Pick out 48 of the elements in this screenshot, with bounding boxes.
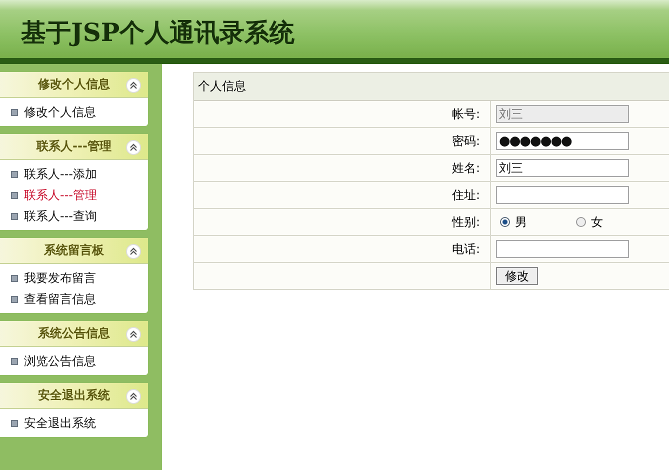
section-header[interactable]: 系统公告信息	[0, 321, 148, 347]
sidebar-link[interactable]: 我要发布留言	[24, 270, 96, 287]
panel-title: 个人信息	[194, 73, 669, 101]
site-title: 基于JSP个人通讯录系统	[21, 16, 295, 48]
field-label: 电话:	[452, 240, 480, 258]
sidebar-link[interactable]: 查看留言信息	[24, 291, 96, 308]
field-label: 姓名:	[452, 160, 480, 176]
section-title: 修改个人信息	[38, 76, 110, 93]
sidebar-link[interactable]: 修改个人信息	[24, 104, 96, 121]
bullet-icon	[11, 275, 18, 282]
section-header[interactable]: 修改个人信息	[0, 72, 148, 98]
input-field[interactable]: ●●●●●●●	[496, 132, 629, 150]
section-title: 系统留言板	[44, 242, 104, 259]
input-field[interactable]	[496, 240, 629, 258]
section-title: 安全退出系统	[38, 387, 110, 404]
input-field[interactable]	[496, 186, 629, 204]
bullet-icon	[11, 358, 18, 365]
collapse-icon[interactable]	[126, 244, 141, 259]
section-title: 联系人---管理	[36, 138, 112, 155]
collapse-icon[interactable]	[126, 78, 141, 93]
collapse-icon[interactable]	[126, 140, 141, 155]
bullet-icon	[11, 171, 18, 178]
sidebar-link[interactable]: 安全退出系统	[24, 415, 96, 432]
bullet-icon	[11, 420, 18, 427]
section-header[interactable]: 系统留言板	[0, 238, 148, 264]
bullet-icon	[11, 192, 18, 199]
sidebar-link[interactable]: 联系人---管理	[24, 187, 97, 204]
radio-button[interactable]	[500, 217, 510, 227]
field-label: 密码:	[452, 132, 480, 150]
field-label: 性别:	[452, 214, 480, 230]
collapse-icon[interactable]	[126, 327, 141, 342]
bullet-icon	[11, 296, 18, 303]
bullet-icon	[11, 109, 18, 116]
section-header[interactable]: 联系人---管理	[0, 134, 148, 160]
section-header[interactable]: 安全退出系统	[0, 383, 148, 409]
sidebar-link[interactable]: 浏览公告信息	[24, 353, 96, 370]
field-label: 住址:	[452, 186, 480, 204]
radio-label: 女	[591, 214, 603, 230]
section-title: 系统公告信息	[38, 325, 110, 342]
field-label: 帐号:	[452, 106, 480, 122]
submit-button[interactable]: 修改	[496, 267, 538, 285]
collapse-icon[interactable]	[126, 389, 141, 404]
radio-button[interactable]	[576, 217, 586, 227]
sidebar-link[interactable]: 联系人---添加	[24, 166, 97, 183]
input-field[interactable]: 刘三	[496, 159, 629, 177]
bullet-icon	[11, 213, 18, 220]
radio-label: 男	[515, 214, 527, 230]
sidebar-link[interactable]: 联系人---查询	[24, 208, 97, 225]
